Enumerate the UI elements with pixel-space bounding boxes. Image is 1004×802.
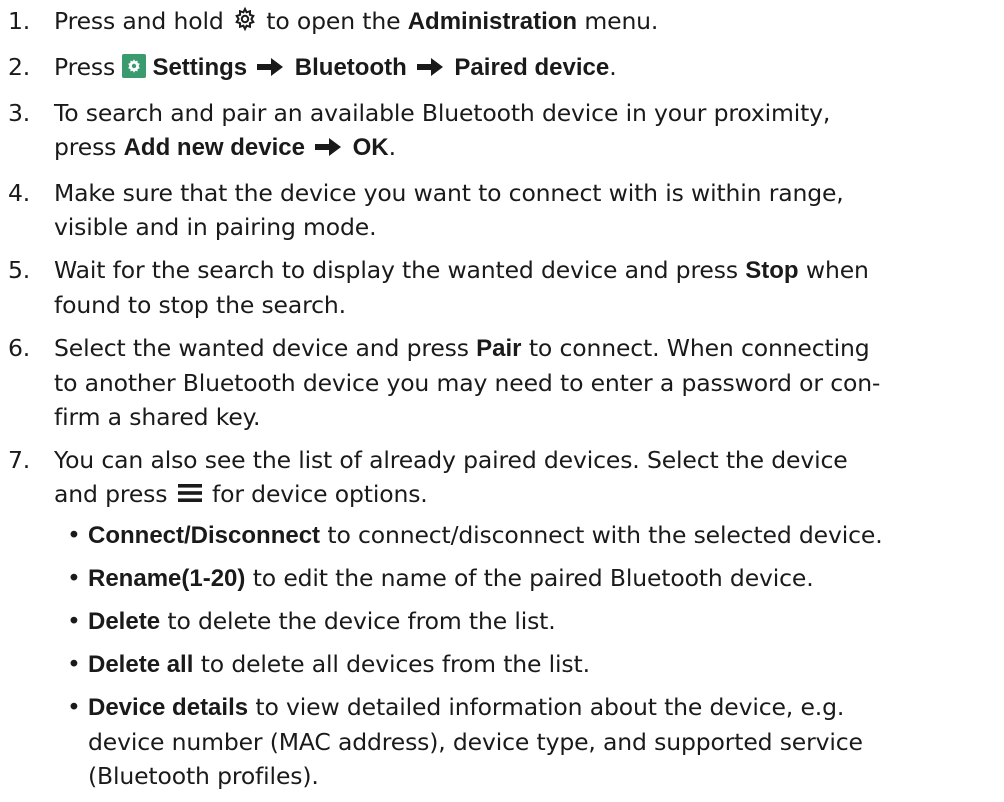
step-text: Select the wanted device and press [54, 334, 469, 362]
step-text: . [609, 53, 617, 81]
bullet-dot: • [67, 564, 81, 592]
settings-label: Settings [152, 54, 248, 81]
list-item: • Delete all to delete all devices from … [54, 647, 1004, 682]
step-1: 1. Press and hold to open the Administra… [0, 4, 1004, 41]
step-7: 7. You can also see the list of already … [0, 443, 1004, 793]
device-options-list: • Connect/Disconnect to connect/disconne… [54, 518, 1004, 793]
rename-label: Rename(1-20) [88, 565, 246, 592]
gear-icon [232, 6, 258, 41]
step-3: 3. To search and pair an available Bluet… [0, 96, 1004, 167]
list-item: • Delete to delete the device from the l… [54, 604, 1004, 639]
bullet-dot: • [67, 521, 81, 549]
step-text: and press [54, 480, 168, 508]
step-number: 7. [8, 446, 31, 474]
step-text: firm a shared key. [54, 403, 261, 431]
step-text: found to stop the search. [54, 291, 346, 319]
step-number: 3. [8, 99, 31, 127]
list-item-text: to delete the device from the list. [167, 607, 556, 635]
step-number: 2. [8, 53, 31, 81]
step-5: 5. Wait for the search to display the wa… [0, 253, 1004, 322]
step-text: To search and pair an available Bluetoot… [54, 99, 831, 127]
right-arrow-icon [416, 53, 444, 87]
right-arrow-icon [256, 53, 284, 87]
step-6: 6. Select the wanted device and press Pa… [0, 331, 1004, 434]
list-item: • Rename(1-20) to edit the name of the p… [54, 561, 1004, 596]
bullet-dot: • [67, 650, 81, 678]
delete-all-label: Delete all [88, 651, 194, 678]
step-2: 2. Press Settings Bluetooth Paired devic… [0, 50, 1004, 87]
step-text: when [805, 256, 869, 284]
menu-name: Administration [407, 8, 578, 35]
ok-label: OK [352, 134, 389, 161]
step-text: to another Bluetooth device you may need… [54, 369, 881, 397]
bullet-dot: • [67, 693, 81, 721]
step-text: Make sure that the device you want to co… [54, 179, 844, 207]
step-number: 6. [8, 334, 31, 362]
step-number: 5. [8, 256, 31, 284]
list-item-text: to connect/disconnect with the selected … [327, 521, 883, 549]
step-text: to open the [266, 7, 401, 35]
hamburger-menu-icon [177, 479, 203, 513]
step-text: visible and in pairing mode. [54, 213, 377, 241]
bullet-dot: • [67, 607, 81, 635]
disconnect-label: Disconnect [190, 522, 321, 549]
connect-label: Connect [88, 522, 184, 549]
step-text: for device options. [212, 480, 428, 508]
paired-device-label: Paired device [454, 54, 610, 81]
bluetooth-label: Bluetooth [294, 54, 407, 81]
list-item: • Connect/Disconnect to connect/disconne… [54, 518, 1004, 553]
step-text: menu. [584, 7, 659, 35]
step-text: Wait for the search to display the wante… [54, 256, 738, 284]
settings-app-icon [122, 54, 147, 78]
separator: / [184, 522, 191, 549]
step-number: 1. [8, 7, 31, 35]
list-item-text: device number (MAC address), device type… [88, 728, 863, 756]
right-arrow-icon [314, 133, 342, 167]
step-text: . [388, 133, 396, 161]
step-text: Press and hold [54, 7, 224, 35]
device-details-label: Device details [88, 694, 249, 721]
list-item-text: to view detailed information about the d… [255, 693, 845, 721]
step-text: Press [54, 53, 116, 81]
stop-label: Stop [745, 257, 799, 284]
step-text: to connect. When connecting [528, 334, 870, 362]
list-item: • Device details to view detailed inform… [54, 690, 1004, 793]
list-item-text: to edit the name of the paired Bluetooth… [252, 564, 814, 592]
instruction-list: 1. Press and hold to open the Administra… [0, 4, 1004, 802]
step-text: press [54, 133, 117, 161]
step-number: 4. [8, 179, 31, 207]
step-4: 4. Make sure that the device you want to… [0, 176, 1004, 244]
list-item-text: to delete all devices from the list. [200, 650, 590, 678]
delete-label: Delete [88, 608, 161, 635]
list-item-text: (Bluetooth profiles). [88, 762, 319, 790]
pair-label: Pair [476, 335, 522, 362]
add-new-device-label: Add new device [123, 134, 305, 161]
step-text: You can also see the list of already pai… [54, 446, 848, 474]
